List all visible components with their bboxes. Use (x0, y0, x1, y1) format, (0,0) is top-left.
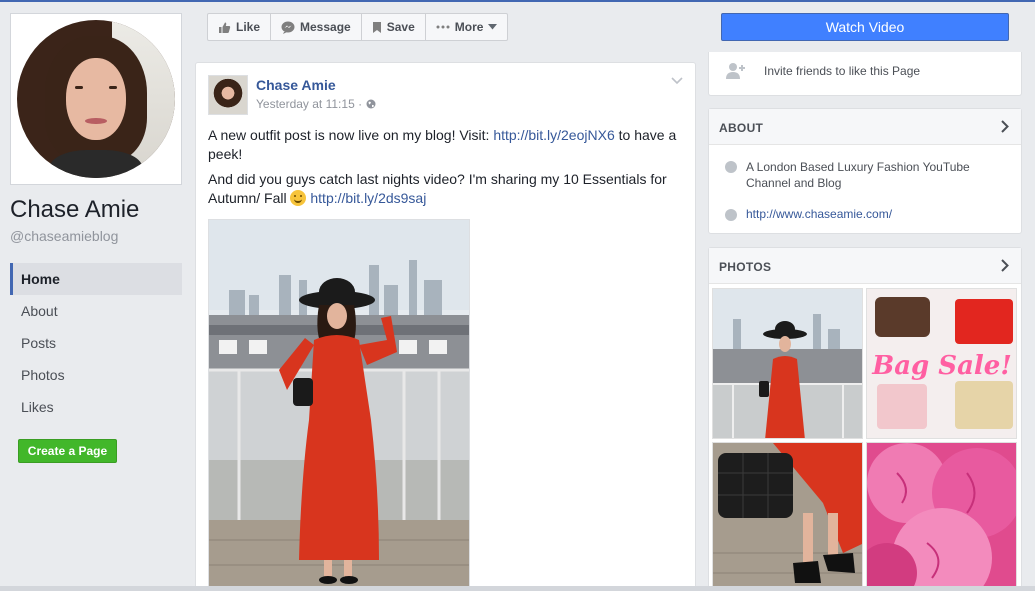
photo-thumbnail[interactable]: Bag Sale! (866, 288, 1017, 439)
post-link-video[interactable]: http://bit.ly/2ds9saj (310, 190, 426, 206)
post-paragraph-1: A new outfit post is now live on my blog… (208, 127, 677, 162)
add-friend-icon (726, 63, 745, 79)
about-website-row: http://www.chaseamie.com/ (725, 207, 892, 221)
photo-thumbnail[interactable] (712, 442, 863, 591)
post-text: A new outfit post is now live on my blog… (208, 126, 686, 214)
save-button[interactable]: Save (362, 14, 426, 40)
post-photo[interactable] (208, 219, 470, 591)
left-column: Chase Amie @chaseamieblog Home About Pos… (0, 0, 193, 591)
post-time-text[interactable]: Yesterday at 11:15 · (256, 97, 362, 111)
nav-item-posts[interactable]: Posts (10, 327, 182, 359)
page-name[interactable]: Chase Amie (10, 196, 139, 224)
invite-friends-card[interactable]: Invite friends to like this Page (708, 52, 1022, 96)
caret-down-icon (488, 24, 498, 30)
post-photo-illustration (209, 220, 469, 591)
post-card: Chase Amie Yesterday at 11:15 · A new ou… (195, 62, 696, 591)
photos-card: PHOTOS Bag Sale! (708, 247, 1022, 591)
like-label: Like (236, 20, 261, 34)
chevron-right-icon[interactable] (1001, 259, 1009, 272)
more-button[interactable]: More (426, 14, 508, 40)
profile-picture[interactable] (17, 20, 175, 178)
ellipsis-icon (436, 25, 450, 29)
photo-thumbnail[interactable] (866, 442, 1017, 591)
website-link[interactable]: http://www.chaseamie.com/ (746, 207, 892, 221)
like-button[interactable]: Like (208, 14, 272, 40)
chevron-right-icon[interactable] (1001, 120, 1009, 133)
nav-item-about[interactable]: About (10, 295, 182, 327)
post-author-name[interactable]: Chase Amie (256, 77, 336, 93)
globe-icon (725, 209, 737, 221)
photos-header[interactable]: PHOTOS (709, 248, 1021, 284)
watch-video-button[interactable]: Watch Video (721, 13, 1009, 41)
photos-title: PHOTOS (719, 260, 772, 274)
about-title: ABOUT (719, 121, 764, 135)
photo-thumbnail[interactable] (712, 288, 863, 439)
post-link-outfit[interactable]: http://bit.ly/2eojNX6 (493, 127, 614, 143)
post-timestamp: Yesterday at 11:15 · (256, 97, 376, 111)
about-description-row: A London Based Luxury Fashion YouTube Ch… (725, 159, 996, 191)
message-label: Message (300, 20, 351, 34)
bottom-border (0, 586, 1035, 591)
nav-item-likes[interactable]: Likes (10, 391, 182, 423)
post-paragraph-2: And did you guys catch last nights video… (208, 171, 667, 206)
profile-picture-frame[interactable] (10, 13, 182, 185)
nav-item-photos[interactable]: Photos (10, 359, 182, 391)
about-header[interactable]: ABOUT (709, 109, 1021, 145)
page-action-bar: Like Message Save More (207, 13, 509, 41)
globe-icon (366, 99, 376, 109)
nav-item-home[interactable]: Home (10, 263, 182, 295)
page-nav: Home About Posts Photos Likes (10, 263, 182, 423)
about-card: ABOUT A London Based Luxury Fashion YouT… (708, 108, 1022, 234)
thumbs-up-icon (219, 22, 231, 33)
post-author-avatar[interactable] (208, 75, 248, 115)
save-label: Save (386, 20, 415, 34)
post-options-chevron-icon[interactable] (671, 77, 683, 85)
about-description: A London Based Luxury Fashion YouTube Ch… (746, 160, 970, 190)
message-bubble-icon (281, 21, 295, 34)
bookmark-icon (372, 21, 381, 33)
info-icon (725, 161, 737, 173)
smiley-emoji-icon (290, 190, 307, 206)
message-button[interactable]: Message (271, 14, 362, 40)
bag-sale-text: Bag Sale! (871, 351, 1012, 381)
photo-grid: Bag Sale! (712, 288, 1020, 591)
page-handle[interactable]: @chaseamieblog (10, 228, 118, 244)
create-page-button[interactable]: Create a Page (18, 439, 117, 463)
invite-friends-text[interactable]: Invite friends to like this Page (764, 64, 920, 78)
more-label: More (454, 20, 484, 34)
